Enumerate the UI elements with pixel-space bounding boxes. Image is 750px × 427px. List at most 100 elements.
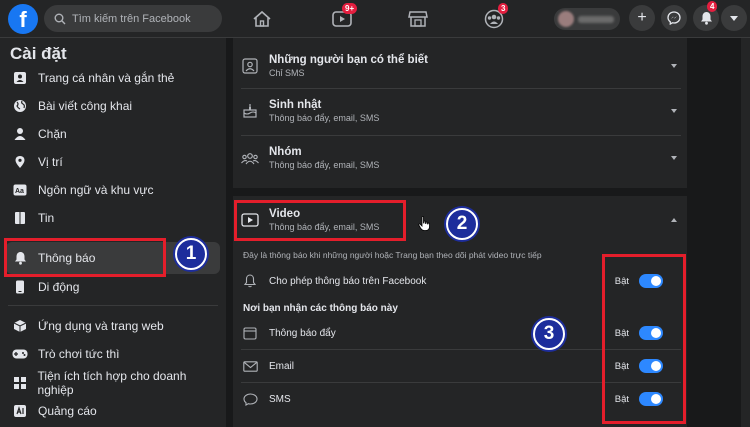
sidebar-item-mobile[interactable]: Di động [6,271,220,303]
channel-label: Thông báo đẩy [269,327,336,339]
allow-label: Cho phép thông báo trên Facebook [269,275,427,287]
chevron-down-icon[interactable] [671,64,677,68]
row-title: Những người bạn có thể biết [269,54,428,66]
book-icon [12,210,28,226]
create-button[interactable]: + [629,5,655,31]
sidebar-item-label: Tiện ích tích hợp cho doanh nghiệp [37,369,187,397]
divider [241,135,681,136]
gamepad-icon [12,346,28,362]
ads-icon [12,403,28,419]
sidebar-item-ads[interactable]: Quảng cáo [6,395,220,427]
facebook-logo[interactable]: f [8,4,38,34]
video-description: Đây là thông báo khi những người hoặc Tr… [243,250,542,260]
row-title: Video [269,208,301,220]
notification-settings-panel: Những người bạn có thể biết Chỉ SMS Sinh… [233,38,750,427]
block-user-icon [12,126,28,142]
bell-icon [700,12,712,25]
sidebar-divider [8,305,218,306]
divider [241,88,681,89]
search-input[interactable] [72,12,212,25]
push-toggle[interactable] [639,326,663,340]
row-subtitle: Thông báo đẩy, email, SMS [269,160,380,170]
profile-name-blurred [578,15,614,23]
people-you-may-know-row[interactable]: Những người bạn có thể biết Chỉ SMS [241,48,681,84]
globe-icon [12,98,28,114]
notifications-button[interactable]: 4 [693,1,719,31]
groups-row[interactable]: Nhóm Thông báo đẩy, email, SMS [241,140,681,176]
channel-label: SMS [269,393,291,405]
sidebar-item-label: Trang cá nhân và gắn thẻ [38,71,175,85]
group-people-icon [241,149,259,167]
plus-icon: + [637,9,647,26]
sidebar-item-stories[interactable]: Tin [6,202,220,234]
sidebar-item-label: Bài viết công khai [38,99,133,113]
search-icon [54,13,66,24]
push-window-icon [241,326,259,340]
sms-toggle[interactable] [639,392,663,406]
push-channel-row: Thông báo đẩy Bật [241,320,681,346]
chevron-down-icon[interactable] [671,109,677,113]
notification-categories-card: Những người bạn có thể biết Chỉ SMS Sinh… [233,38,687,188]
settings-sidebar: Cài đặt Trang cá nhân và gắn thẻ Bài viế… [0,38,226,427]
chevron-down-icon [730,15,738,21]
on-label: Bật [614,360,629,372]
watch-tab[interactable]: 9+ [328,3,358,32]
sidebar-item-label: Trò chơi tức thì [38,347,120,361]
search-box[interactable] [44,5,222,32]
messenger-button[interactable] [661,5,687,31]
email-toggle[interactable] [639,359,663,373]
sidebar-item-label: Di động [38,280,80,294]
location-pin-icon [12,154,28,170]
step-marker-1: 1 [175,238,207,270]
divider [241,382,681,383]
allow-facebook-notifications-row: Cho phép thông báo trên Facebook Bật [241,268,681,294]
profile-shortcut[interactable] [554,8,620,30]
chevron-down-icon[interactable] [671,156,677,160]
sidebar-title: Cài đặt [10,44,67,63]
groups-tab[interactable]: 3 [480,3,509,32]
chat-bubble-icon [241,392,259,406]
hand-cursor-icon [418,216,430,231]
video-play-icon [241,211,259,229]
row-title: Nhóm [269,146,302,158]
apps-cube-icon [12,318,28,334]
sidebar-item-label: Chặn [38,127,67,141]
sidebar-item-label: Ứng dụng và trang web [38,319,164,333]
avatar [558,11,574,27]
svg-text:Aa: Aa [15,188,24,195]
sidebar-item-instant-games[interactable]: Trò chơi tức thì [6,338,220,370]
on-label: Bật [614,327,629,339]
row-subtitle: Thông báo đẩy, email, SMS [269,222,380,232]
sidebar-item-label: Tin [38,211,55,225]
on-label: Bật [614,393,629,405]
watch-badge: 9+ [342,3,358,14]
groups-badge: 3 [498,3,509,14]
messenger-icon [667,11,681,25]
cake-icon [241,102,259,120]
allow-notifications-toggle[interactable] [639,274,663,288]
row-title: Sinh nhật [269,99,322,111]
mobile-icon [12,279,28,295]
sms-channel-row: SMS Bật [241,386,681,412]
home-icon [253,10,271,27]
chevron-up-icon[interactable] [671,218,677,222]
receive-heading: Nơi bạn nhận các thông báo này [243,303,398,314]
divider [241,349,681,350]
home-tab[interactable] [248,6,276,32]
scrollbar[interactable] [741,38,750,427]
row-subtitle: Thông báo đẩy, email, SMS [269,113,380,123]
marketplace-tab[interactable] [404,6,432,32]
sidebar-item-label: Ngôn ngữ và khu vực [38,183,154,197]
business-integration-icon [12,375,28,391]
channel-label: Email [269,360,295,372]
email-channel-row: Email Bật [241,353,681,379]
account-menu-button[interactable] [721,5,747,31]
sidebar-item-label: Quảng cáo [38,404,97,418]
profile-tag-icon [12,70,28,86]
birthdays-row[interactable]: Sinh nhật Thông báo đẩy, email, SMS [241,93,681,129]
bell-icon [12,250,28,266]
bell-outline-icon [241,274,259,288]
language-icon: Aa [12,182,28,198]
people-icon [241,57,259,75]
sidebar-item-label: Vị trí [38,155,63,169]
